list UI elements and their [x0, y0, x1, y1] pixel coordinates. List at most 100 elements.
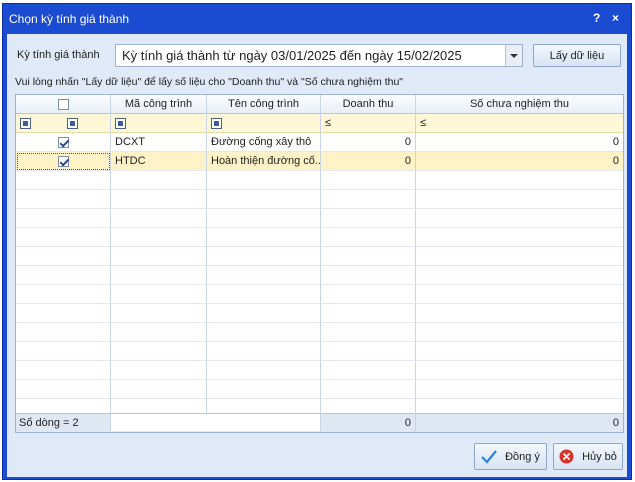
- empty-row: [16, 171, 623, 190]
- empty-cell: [321, 323, 416, 342]
- empty-cell: [16, 342, 111, 361]
- empty-cell: [111, 304, 207, 323]
- empty-cell: [207, 285, 321, 304]
- ok-button-label: Đồng ý: [505, 450, 540, 463]
- empty-cell: [16, 266, 111, 285]
- row-name[interactable]: Hoàn thiện đường cố...: [207, 152, 321, 171]
- filter-mode-icon[interactable]: [115, 118, 126, 129]
- empty-cell: [111, 380, 207, 399]
- empty-cell: [16, 209, 111, 228]
- filter-cell-code[interactable]: [111, 114, 207, 133]
- row-unaccepted[interactable]: 0: [416, 133, 623, 152]
- row-name[interactable]: Đường cống xây thô: [207, 133, 321, 152]
- empty-cell: [207, 304, 321, 323]
- empty-cell: [321, 209, 416, 228]
- row-code[interactable]: HTDC: [111, 152, 207, 171]
- close-icon[interactable]: ×: [612, 11, 619, 25]
- checkmark-icon: [481, 449, 497, 464]
- row-code[interactable]: DCXT: [111, 133, 207, 152]
- empty-cell: [207, 361, 321, 380]
- footer-unaccepted-total: 0: [416, 413, 623, 432]
- empty-cell: [416, 304, 623, 323]
- select-all-checkbox[interactable]: [57, 99, 69, 110]
- row-unaccepted[interactable]: 0: [416, 152, 623, 171]
- row-checkbox[interactable]: [57, 137, 69, 148]
- empty-row: [16, 209, 623, 228]
- empty-cell: [416, 228, 623, 247]
- empty-cell: [321, 190, 416, 209]
- empty-cell: [207, 380, 321, 399]
- period-select[interactable]: Kỳ tính giá thành từ ngày 03/01/2025 đến…: [115, 44, 523, 67]
- empty-cell: [321, 361, 416, 380]
- empty-row: [16, 228, 623, 247]
- empty-cell: [111, 323, 207, 342]
- empty-cell: [16, 228, 111, 247]
- row-revenue[interactable]: 0: [321, 133, 416, 152]
- empty-cell: [416, 285, 623, 304]
- title-bar[interactable]: Chọn kỳ tính giá thành ? ×: [3, 4, 631, 33]
- select-all-cell[interactable]: [16, 95, 111, 114]
- empty-cell: [16, 380, 111, 399]
- empty-cell: [16, 171, 111, 190]
- ok-button[interactable]: Đồng ý: [474, 443, 547, 470]
- cancel-button-label: Hủy bỏ: [582, 450, 617, 463]
- empty-cell: [111, 342, 207, 361]
- empty-cell: [207, 171, 321, 190]
- empty-cell: [321, 304, 416, 323]
- empty-cell: [416, 209, 623, 228]
- filter-mode-icon[interactable]: [211, 118, 222, 129]
- empty-cell: [207, 323, 321, 342]
- empty-row: [16, 342, 623, 361]
- empty-cell: [416, 247, 623, 266]
- dialog-window: Chọn kỳ tính giá thành ? × Kỳ tính giá t…: [2, 3, 632, 480]
- empty-cell: [111, 209, 207, 228]
- column-header-code[interactable]: Mã công trình: [111, 95, 207, 114]
- empty-row: [16, 323, 623, 342]
- empty-cell: [111, 171, 207, 190]
- dialog-body: Kỳ tính giá thành Kỳ tính giá thành từ n…: [7, 34, 627, 477]
- empty-cell: [321, 380, 416, 399]
- empty-cell: [16, 304, 111, 323]
- footer-blank: [111, 413, 321, 432]
- filter-cell-name[interactable]: [207, 114, 321, 133]
- table-row[interactable]: HTDC Hoàn thiện đường cố... 0 0: [16, 152, 623, 171]
- filter-cell-check[interactable]: [16, 114, 111, 133]
- empty-cell: [207, 209, 321, 228]
- filter-mode-icon[interactable]: [20, 118, 31, 129]
- table-row[interactable]: DCXT Đường cống xây thô 0 0: [16, 133, 623, 152]
- empty-cell: [416, 190, 623, 209]
- filter-cell-revenue[interactable]: ≤: [321, 114, 416, 133]
- empty-cell: [321, 228, 416, 247]
- row-check-cell[interactable]: [16, 133, 111, 152]
- empty-cell: [321, 342, 416, 361]
- row-check-cell[interactable]: [16, 152, 111, 171]
- filter-row: ≤ ≤: [16, 114, 623, 133]
- empty-cell: [111, 266, 207, 285]
- column-header-name[interactable]: Tên công trình: [207, 95, 321, 114]
- period-select-value: Kỳ tính giá thành từ ngày 03/01/2025 đến…: [122, 48, 462, 63]
- empty-cell: [416, 380, 623, 399]
- empty-cell: [111, 190, 207, 209]
- empty-cell: [207, 247, 321, 266]
- empty-cell: [416, 342, 623, 361]
- empty-row: [16, 190, 623, 209]
- load-data-button[interactable]: Lấy dữ liệu: [533, 44, 621, 67]
- chevron-down-icon[interactable]: [505, 45, 522, 66]
- empty-cell: [416, 171, 623, 190]
- period-label: Kỳ tính giá thành: [17, 49, 100, 61]
- filter-cell-unaccepted[interactable]: ≤: [416, 114, 623, 133]
- empty-row: [16, 247, 623, 266]
- empty-cell: [111, 228, 207, 247]
- empty-cell: [16, 247, 111, 266]
- row-revenue[interactable]: 0: [321, 152, 416, 171]
- filter-mode-icon[interactable]: [67, 118, 79, 129]
- help-icon[interactable]: ?: [593, 11, 600, 25]
- column-header-revenue[interactable]: Doanh thu: [321, 95, 416, 114]
- empty-cell: [207, 266, 321, 285]
- row-checkbox[interactable]: [57, 156, 69, 167]
- empty-row: [16, 304, 623, 323]
- cancel-button[interactable]: Hủy bỏ: [553, 443, 623, 470]
- empty-cell: [416, 361, 623, 380]
- column-header-unaccepted[interactable]: Số chưa nghiệm thu: [416, 95, 623, 114]
- empty-cell: [321, 171, 416, 190]
